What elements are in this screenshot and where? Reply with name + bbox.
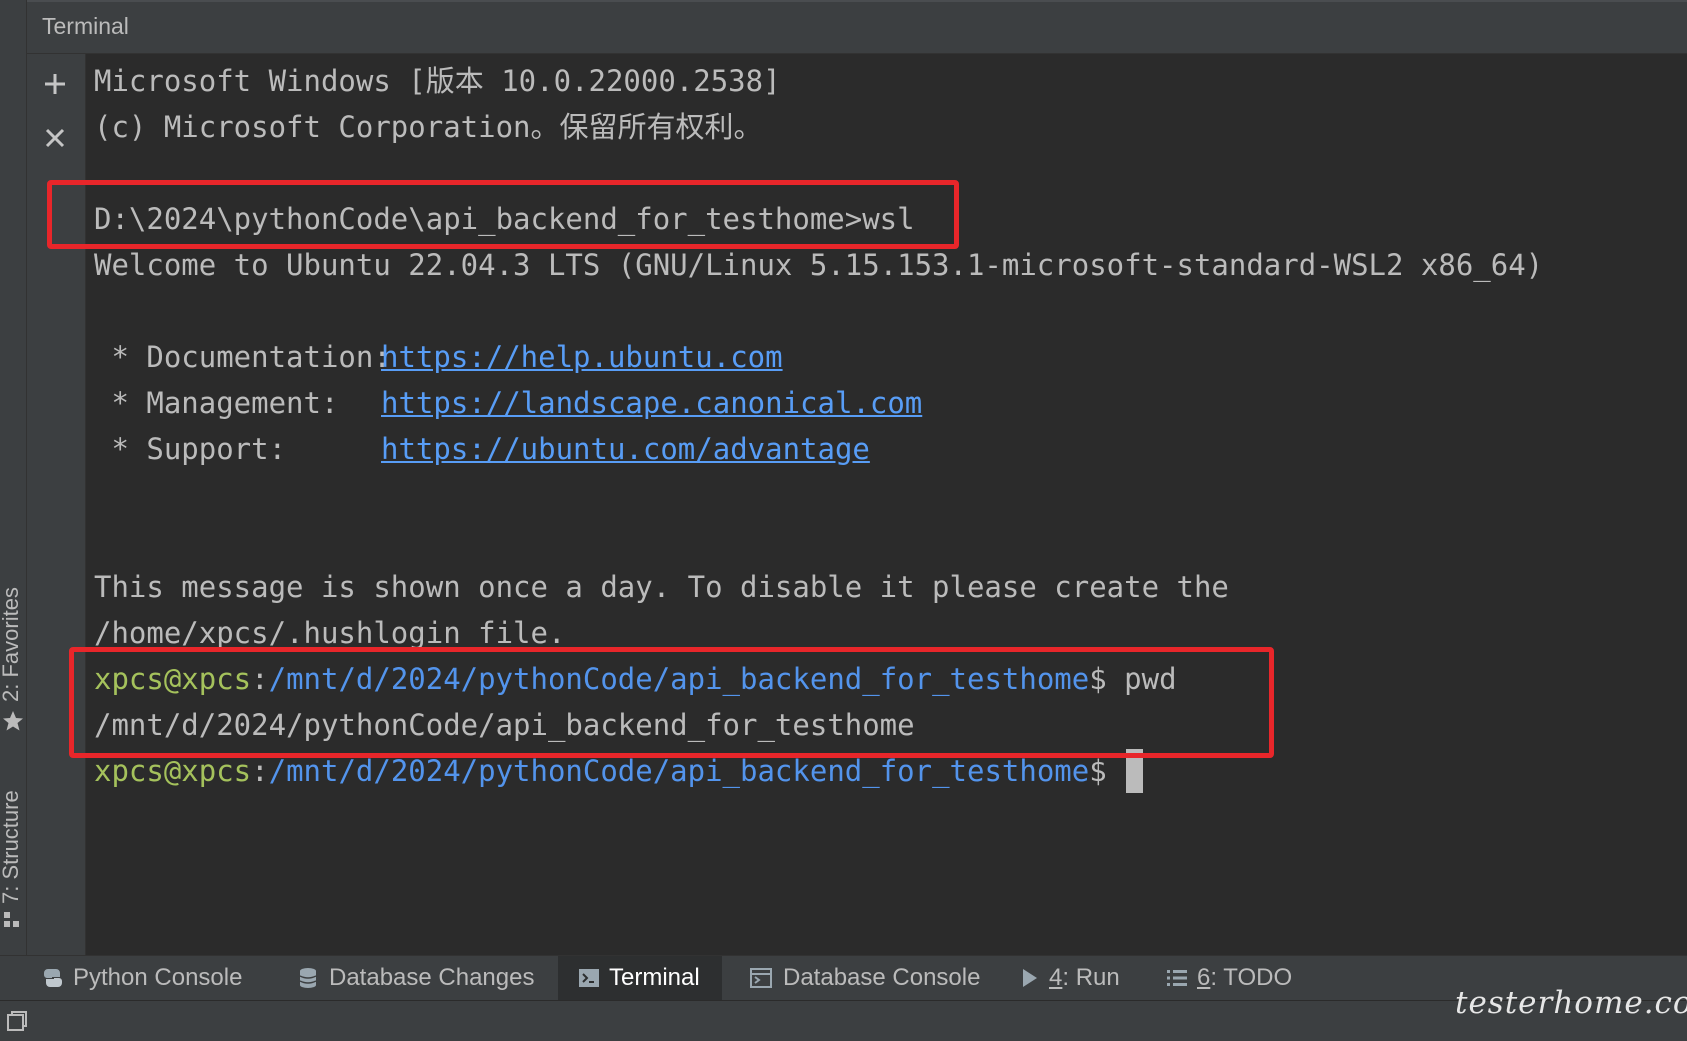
terminal-line: Microsoft Windows [版本 10.0.22000.2538]	[94, 64, 781, 98]
tab-label: Python Console	[73, 964, 243, 991]
mgmt-label: * Management:	[94, 386, 339, 420]
tab-database-changes[interactable]: Database Changes	[298, 956, 534, 1000]
terminal-line: * Management: https://landscape.canonical…	[94, 380, 922, 426]
star-icon	[3, 711, 23, 731]
highlight-box-wsl-command	[47, 180, 959, 249]
tab-label: Database Console	[783, 964, 981, 991]
prompt-path: /mnt/d/2024/pythonCode/api_backend_for_t…	[268, 754, 1090, 788]
terminal-line: * Documentation:https://help.ubuntu.com	[94, 334, 783, 380]
tab-label: : Run	[1062, 964, 1120, 991]
database-icon	[299, 968, 317, 988]
tab-database-console[interactable]: Database Console	[750, 956, 980, 1000]
terminal-line: This message is shown once a day. To dis…	[94, 570, 1229, 604]
management-link[interactable]: https://landscape.canonical.com	[381, 386, 922, 420]
watermark: testerhome.com	[1455, 985, 1687, 1021]
structure-tab-label: 7: Structure	[0, 790, 23, 904]
tab-mnemonic: 6	[1197, 964, 1211, 991]
status-bar	[0, 1000, 1687, 1041]
tab-mnemonic: 4	[1049, 964, 1063, 991]
list-icon	[1167, 970, 1187, 986]
python-icon	[44, 969, 62, 987]
favorites-tab-label: 2: Favorites	[0, 587, 23, 702]
close-icon[interactable]	[41, 124, 69, 152]
highlight-box-pwd-output	[69, 647, 1274, 758]
tab-run[interactable]: 4: Run	[1020, 956, 1120, 1000]
structure-icon	[4, 912, 19, 927]
terminal-line: (c) Microsoft Corporation。保留所有权利。	[94, 110, 763, 144]
tab-terminal[interactable]: Terminal	[558, 956, 722, 1000]
terminal-header: Terminal	[27, 0, 1687, 54]
prompt-dollar: $	[1089, 754, 1107, 788]
tab-todo[interactable]: 6: TODO	[1166, 956, 1292, 1000]
doc-label: * Documentation:	[94, 340, 391, 374]
plus-icon[interactable]	[41, 70, 69, 98]
support-label: * Support:	[94, 432, 287, 466]
left-tool-strip: 2: Favorites 7: Structure	[0, 0, 27, 955]
documentation-link[interactable]: https://help.ubuntu.com	[381, 340, 783, 374]
favorites-tool-tab[interactable]: 2: Favorites	[0, 572, 26, 732]
bottom-tool-bar: Python Console Database Changes Terminal…	[0, 955, 1687, 1000]
prompt-user: xpcs@xpcs	[94, 754, 252, 788]
terminal-line: * Support: https://ubuntu.com/advantage	[94, 426, 870, 472]
terminal-icon	[579, 969, 599, 987]
tab-label: : TODO	[1210, 964, 1293, 991]
database-console-icon	[750, 968, 772, 988]
structure-tool-tab[interactable]: 7: Structure	[0, 772, 26, 930]
terminal-title: Terminal	[42, 13, 129, 39]
tool-windows-toggle-icon[interactable]	[6, 1010, 28, 1032]
tab-label: Database Changes	[329, 964, 535, 991]
support-link[interactable]: https://ubuntu.com/advantage	[381, 432, 870, 466]
prompt-separator: :	[251, 754, 269, 788]
tab-label: Terminal	[609, 964, 700, 991]
tab-python-console[interactable]: Python Console	[42, 956, 254, 1000]
run-icon	[1023, 969, 1037, 987]
